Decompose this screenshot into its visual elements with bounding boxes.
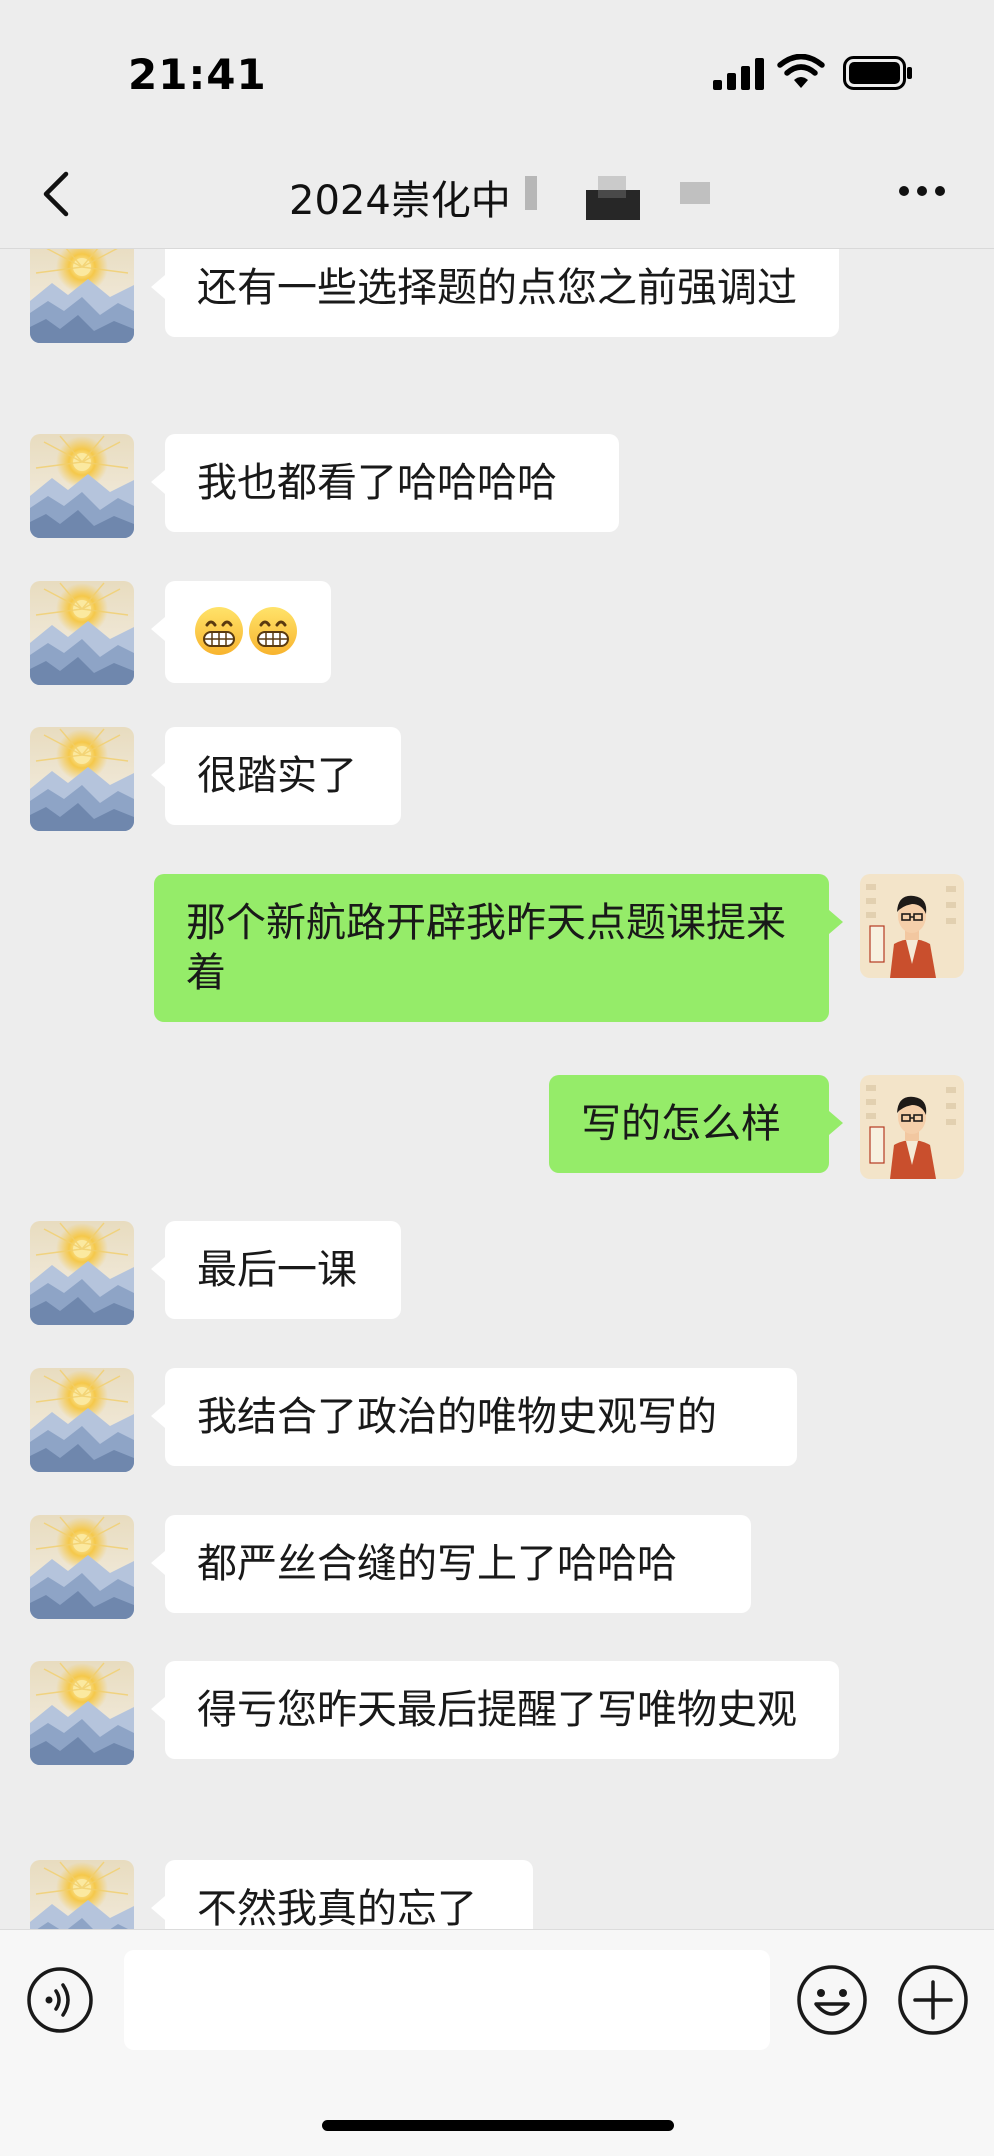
contact-avatar[interactable] xyxy=(30,1860,134,1929)
received-message-bubble[interactable]: 我结合了政治的唯物史观写的 xyxy=(151,1368,797,1466)
contact-avatar[interactable] xyxy=(30,581,134,685)
message-list[interactable]: 还有一些选择题的点您之前强调过 我也都看了哈哈哈哈 很踏实了 那个新航路开辟我昨… xyxy=(0,249,994,1929)
contact-avatar[interactable] xyxy=(30,249,134,343)
status-bar: 21:41 xyxy=(0,0,994,140)
contact-avatar[interactable] xyxy=(30,727,134,831)
contact-avatar[interactable] xyxy=(30,1661,134,1765)
message-input[interactable] xyxy=(124,1950,770,2050)
received-message-bubble[interactable]: 很踏实了 xyxy=(151,727,401,825)
received-message-bubble[interactable]: 我也都看了哈哈哈哈 xyxy=(151,434,619,532)
grinning-face-emoji xyxy=(195,607,243,655)
received-message-bubble[interactable]: 得亏您昨天最后提醒了写唯物史观 xyxy=(151,1661,839,1759)
received-message-bubble[interactable]: 都严丝合缝的写上了哈哈哈 xyxy=(151,1515,751,1613)
user-avatar[interactable] xyxy=(860,1075,964,1179)
message-text: 我也都看了哈哈哈哈 xyxy=(197,460,557,506)
sent-message-bubble[interactable]: 那个新航路开辟我昨天点题课提来着 xyxy=(154,874,843,1022)
received-message-bubble[interactable]: 还有一些选择题的点您之前强调过 xyxy=(151,249,839,337)
chat-header: 2024崇化中 xyxy=(0,140,994,249)
contact-avatar[interactable] xyxy=(30,1368,134,1472)
contact-avatar[interactable] xyxy=(30,434,134,538)
message-text: 我结合了政治的唯物史观写的 xyxy=(197,1394,717,1440)
plus-icon[interactable] xyxy=(897,1964,969,2036)
smiley-icon[interactable] xyxy=(796,1964,868,2036)
user-avatar[interactable] xyxy=(860,874,964,978)
wifi-icon xyxy=(777,54,825,88)
voice-icon[interactable] xyxy=(26,1966,94,2034)
message-text: 还有一些选择题的点您之前强调过 xyxy=(197,265,797,311)
chat-title: 2024崇化中 xyxy=(289,178,511,224)
message-text: 最后一课 xyxy=(197,1247,357,1293)
received-emoji-bubble[interactable] xyxy=(151,581,331,683)
received-message-bubble[interactable]: 不然我真的忘了 xyxy=(151,1860,533,1929)
sent-message-bubble[interactable]: 写的怎么样 xyxy=(549,1075,843,1173)
message-text: 那个新航路开辟我昨天点题课提来着 xyxy=(186,900,786,996)
redaction-mark xyxy=(680,182,710,204)
grinning-face-emoji xyxy=(249,607,297,655)
message-text: 很踏实了 xyxy=(197,753,357,799)
cellular-signal-icon xyxy=(713,58,764,90)
status-time: 21:41 xyxy=(128,50,267,99)
message-text: 不然我真的忘了 xyxy=(197,1886,477,1929)
message-text: 都严丝合缝的写上了哈哈哈 xyxy=(197,1541,677,1587)
chevron-left-icon[interactable] xyxy=(38,170,74,218)
redaction-mark xyxy=(598,176,626,198)
battery-icon xyxy=(843,56,912,90)
more-dots-icon[interactable] xyxy=(898,184,946,198)
contact-avatar[interactable] xyxy=(30,1221,134,1325)
message-text: 得亏您昨天最后提醒了写唯物史观 xyxy=(197,1687,797,1733)
contact-avatar[interactable] xyxy=(30,1515,134,1619)
message-text: 写的怎么样 xyxy=(581,1101,781,1147)
home-indicator[interactable] xyxy=(322,2120,674,2131)
received-message-bubble[interactable]: 最后一课 xyxy=(151,1221,401,1319)
redaction-mark xyxy=(525,176,537,210)
